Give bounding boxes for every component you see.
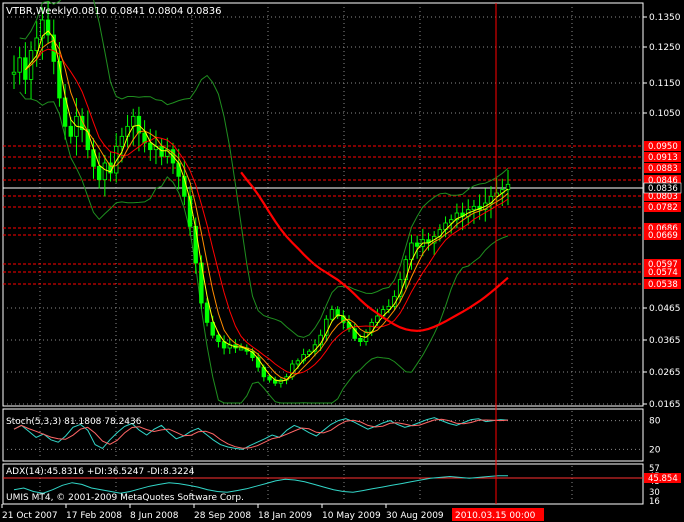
cursor-time-label: 2010.03.15 00:00 bbox=[455, 511, 536, 521]
level-label: 0.0538 bbox=[648, 280, 678, 290]
candle-body bbox=[119, 135, 125, 147]
price-tick-label: 0.0165 bbox=[649, 400, 681, 410]
current-price-label: 0.0836 bbox=[648, 184, 678, 194]
price-tick-label: 0.0465 bbox=[649, 304, 681, 314]
candle-body bbox=[136, 115, 142, 134]
candle-body bbox=[358, 337, 363, 342]
candle-body bbox=[403, 259, 408, 281]
time-tick-label: 8 Jun 2008 bbox=[130, 511, 179, 521]
candle-body bbox=[204, 302, 210, 323]
candle-body bbox=[295, 360, 301, 365]
candle-body bbox=[96, 165, 102, 181]
candle-body bbox=[238, 347, 244, 351]
candle-body bbox=[34, 37, 39, 52]
level-label: 0.0950 bbox=[648, 142, 678, 152]
time-tick-label: 17 Feb 2008 bbox=[66, 511, 122, 521]
candle-body bbox=[102, 162, 108, 181]
copyright-text: UMIS MT4, © 2001-2009 MetaQuotes Softwar… bbox=[6, 493, 244, 503]
candle-body bbox=[329, 309, 335, 320]
level-label: 0.0883 bbox=[648, 164, 678, 174]
candle-body bbox=[267, 376, 272, 381]
price-tick-label: 0.0365 bbox=[649, 336, 681, 346]
candle-body bbox=[409, 242, 414, 261]
level-label: 0.0782 bbox=[648, 203, 678, 213]
level-label: 0.0913 bbox=[648, 153, 678, 163]
time-tick-label: 21 Oct 2007 bbox=[2, 511, 58, 521]
price-tick-label: 0.1150 bbox=[649, 79, 681, 89]
time-tick-label: 18 Jan 2009 bbox=[258, 511, 312, 521]
chart-title: VTBR,Weekly bbox=[6, 6, 72, 17]
candle-body bbox=[159, 145, 164, 157]
candle-body bbox=[17, 57, 22, 73]
candle-body bbox=[193, 225, 198, 264]
time-tick-label: 28 Sep 2008 bbox=[194, 511, 251, 521]
candle-body bbox=[216, 334, 221, 343]
ohlc-readout: 0.0810 0.0841 0.0804 0.0836 bbox=[72, 6, 222, 17]
price-tick-label: 0.1050 bbox=[649, 109, 681, 119]
candle-body bbox=[414, 242, 420, 247]
stoch-tick-label: 20 bbox=[649, 445, 661, 455]
candle-body bbox=[471, 205, 477, 211]
price-tick-label: 0.1350 bbox=[649, 13, 681, 23]
price-tick-label: 0.1250 bbox=[649, 43, 681, 53]
level-label: 0.0669 bbox=[648, 231, 678, 241]
candle-body bbox=[505, 183, 511, 191]
stoch-label: Stoch(5,3,3) 81.1808 78.2436 bbox=[6, 417, 142, 427]
candle-body bbox=[131, 115, 136, 127]
stoch-tick-label: 80 bbox=[649, 417, 661, 427]
price-tick-label: 0.0265 bbox=[649, 368, 681, 378]
level-label: 0.0574 bbox=[648, 268, 678, 278]
time-tick-label: 30 Aug 2009 bbox=[386, 511, 444, 521]
adx-signal-label: 45.854 bbox=[648, 474, 678, 484]
candle-body bbox=[11, 71, 17, 75]
chart-canvas: 0.1350 0.1250 0.1150 0.1050 0.0465 0.0365 0.02… bbox=[0, 0, 684, 522]
candle-body bbox=[68, 125, 73, 137]
candle-body bbox=[148, 142, 153, 151]
adx-label: ADX(14):45.8316 +DI:36.5247 -DI:8.3224 bbox=[6, 467, 195, 477]
time-tick-label: 10 May 2009 bbox=[322, 511, 381, 521]
adx-tick-label: 16 bbox=[649, 497, 660, 507]
chart-background bbox=[0, 0, 684, 522]
